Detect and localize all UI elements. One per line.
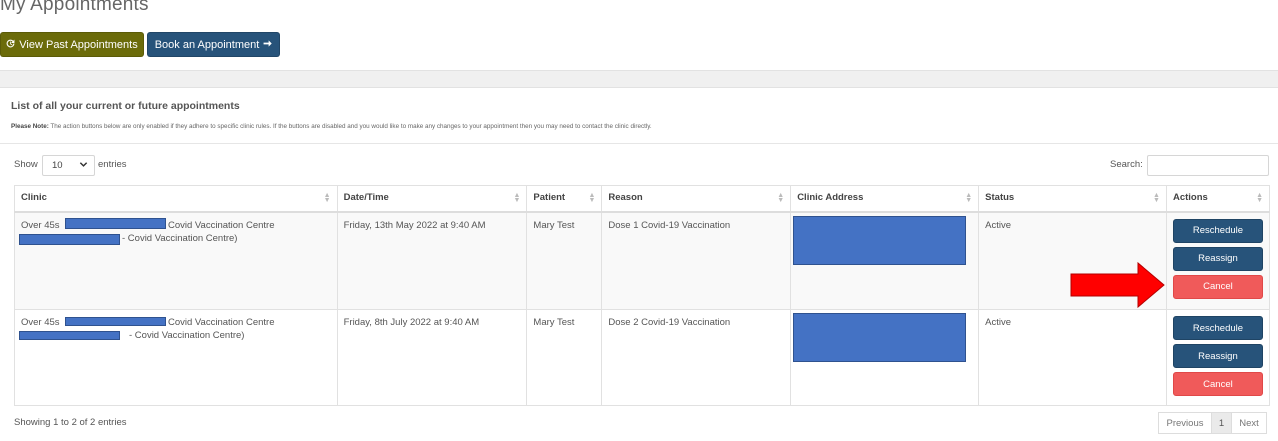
clinic-name-line: Over 45s Covid Vaccination Centre xyxy=(21,217,331,233)
column-header-label: Clinic xyxy=(21,192,47,203)
view-past-appointments-label: View Past Appointments xyxy=(19,38,138,51)
previous-page-button[interactable]: Previous xyxy=(1158,412,1212,434)
column-header-clinic[interactable]: Clinic ▲ ▼ xyxy=(14,185,338,213)
page-title: My Appointments xyxy=(0,0,149,15)
clinic-cell: Over 45s Covid Vaccination Centre - Covi… xyxy=(14,309,338,406)
view-past-appointments-button[interactable]: View Past Appointments xyxy=(0,32,144,57)
panel-header-bar xyxy=(0,70,1278,88)
cancel-button[interactable]: Cancel xyxy=(1172,274,1263,299)
column-header-label: Patient xyxy=(533,192,566,203)
sort-icon: ▲ ▼ xyxy=(588,192,596,204)
clinic-cell: Over 45s Covid Vaccination Centre - Covi… xyxy=(14,211,338,310)
reschedule-button[interactable]: Reschedule xyxy=(1172,316,1263,340)
column-header-label: Actions xyxy=(1172,192,1208,203)
clinic-subname: - Covid Vaccination Centre) xyxy=(129,330,245,341)
column-header-label: Clinic Address xyxy=(797,192,864,203)
note-text: The action buttons below are only enable… xyxy=(48,123,652,130)
entries-label: entries xyxy=(98,159,127,170)
search-label: Search: xyxy=(1110,159,1143,170)
reschedule-button[interactable]: Reschedule xyxy=(1172,218,1263,243)
table-row: Over 45s Covid Vaccination Centre - Covi… xyxy=(14,309,1271,406)
status-cell: Active xyxy=(978,309,1167,406)
column-header-label: Reason xyxy=(608,192,643,203)
column-header-reason[interactable]: Reason ▲ ▼ xyxy=(601,185,792,213)
clinic-address-cell xyxy=(790,309,980,406)
clinic-name-end: Covid Vaccination Centre xyxy=(168,219,275,231)
redaction-block xyxy=(793,215,967,265)
sort-icon: ▲ ▼ xyxy=(1153,192,1160,204)
clinic-rules-note: Please Note: The action buttons below ar… xyxy=(11,123,652,130)
clinic-name-start: Over 45s xyxy=(21,317,60,328)
history-icon xyxy=(6,39,15,51)
column-header-clinic-address[interactable]: Clinic Address ▲ ▼ xyxy=(790,185,980,213)
sort-icon: ▲ ▼ xyxy=(1256,192,1263,204)
column-header-label: Date/Time xyxy=(343,192,389,203)
annotation-arrow-icon xyxy=(1070,262,1165,308)
clinic-name-end: Covid Vaccination Centre xyxy=(168,317,275,328)
clinic-name-start: Over 45s xyxy=(21,219,60,231)
sort-icon: ▲ ▼ xyxy=(965,192,973,204)
actions-cell: Reschedule Reassign Cancel xyxy=(1165,309,1271,406)
clinic-name-line: Over 45s Covid Vaccination Centre xyxy=(21,317,331,330)
search-input[interactable] xyxy=(1147,155,1269,176)
patient-cell: Mary Test xyxy=(526,309,603,406)
column-header-label: Status xyxy=(985,192,1015,203)
clinic-address-cell xyxy=(790,211,980,310)
section-title: List of all your current or future appoi… xyxy=(11,100,240,112)
redaction-block xyxy=(65,317,166,326)
entries-per-page-select[interactable]: 10 xyxy=(42,155,95,176)
datetime-cell: Friday, 8th July 2022 at 9:40 AM xyxy=(336,309,528,406)
pagination: Previous 1 Next xyxy=(1158,412,1267,434)
clinic-name-line: - Covid Vaccination Centre) xyxy=(19,232,331,246)
column-header-patient[interactable]: Patient ▲ ▼ xyxy=(526,185,603,213)
divider xyxy=(0,143,1278,144)
redaction-block xyxy=(19,331,120,340)
reason-cell: Dose 1 Covid-19 Vaccination xyxy=(601,211,792,310)
show-label: Show xyxy=(14,159,38,170)
sort-icon: ▲ ▼ xyxy=(323,192,331,204)
column-header-actions[interactable]: Actions ▲ ▼ xyxy=(1165,185,1271,213)
table-header-row: Clinic ▲ ▼ Date/Time ▲ ▼ Patient ▲ ▼ Reason ▲ ▼ … xyxy=(14,185,1271,213)
patient-cell: Mary Test xyxy=(526,211,603,310)
page-1-button[interactable]: 1 xyxy=(1211,412,1232,434)
datetime-cell: Friday, 13th May 2022 at 9:40 AM xyxy=(336,211,528,310)
note-label: Please Note: xyxy=(11,123,49,130)
book-appointment-button[interactable]: Book an Appointment xyxy=(147,32,280,57)
chevron-down-icon xyxy=(79,160,88,171)
redaction-block xyxy=(65,217,166,229)
next-page-button[interactable]: Next xyxy=(1231,412,1267,434)
clinic-name-line: - Covid Vaccination Centre) xyxy=(19,330,331,343)
column-header-status[interactable]: Status ▲ ▼ xyxy=(978,185,1167,213)
cancel-button[interactable]: Cancel xyxy=(1172,372,1263,396)
arrow-right-icon xyxy=(263,39,272,51)
reason-cell: Dose 2 Covid-19 Vaccination xyxy=(601,309,792,406)
column-header-datetime[interactable]: Date/Time ▲ ▼ xyxy=(336,185,528,213)
reassign-button[interactable]: Reassign xyxy=(1172,246,1263,271)
sort-icon: ▲ ▼ xyxy=(777,192,785,204)
sort-icon: ▲ ▼ xyxy=(513,192,521,204)
redaction-block xyxy=(19,233,120,245)
entries-per-page-value: 10 xyxy=(52,160,63,171)
book-appointment-label: Book an Appointment xyxy=(154,38,260,51)
clinic-subname: - Covid Vaccination Centre) xyxy=(122,232,238,244)
table-info: Showing 1 to 2 of 2 entries xyxy=(14,417,127,428)
reassign-button[interactable]: Reassign xyxy=(1172,344,1263,368)
actions-cell: Reschedule Reassign Cancel xyxy=(1165,211,1271,310)
redaction-block xyxy=(793,313,967,362)
